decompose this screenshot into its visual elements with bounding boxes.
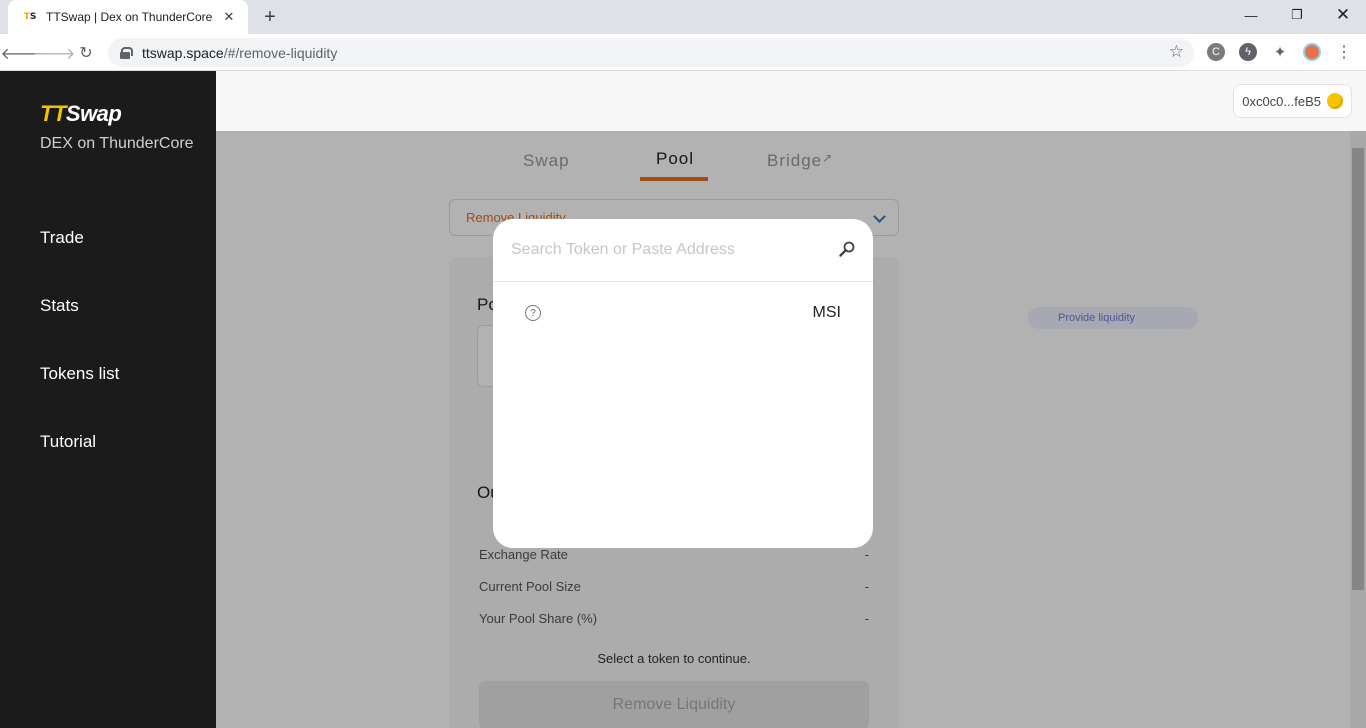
wallet-avatar-icon bbox=[1327, 93, 1343, 109]
bookmark-star-icon[interactable]: ☆ bbox=[1169, 42, 1184, 62]
wallet-address: 0xc0c0...feB5 bbox=[1242, 93, 1321, 109]
sidebar-item-stats[interactable]: Stats bbox=[40, 296, 79, 316]
lock-icon bbox=[120, 46, 133, 59]
ttswap-logo[interactable]: TTSwap bbox=[40, 101, 122, 127]
sidebar-tagline: DEX on ThunderCore bbox=[40, 135, 194, 152]
back-button[interactable]: 🡐 bbox=[1, 41, 44, 65]
browser-menu-icon[interactable]: ⋮ bbox=[1335, 43, 1353, 61]
token-symbol: MSI bbox=[812, 304, 841, 321]
wallet-button[interactable]: 0xc0c0...feB5 bbox=[1233, 84, 1352, 118]
extension-bolt-icon[interactable]: ϟ bbox=[1239, 43, 1257, 61]
restore-window-button[interactable]: ❐ bbox=[1274, 0, 1320, 30]
close-window-button[interactable]: ✕ bbox=[1320, 0, 1366, 30]
browser-tab-title: TTSwap | Dex on ThunderCore bbox=[46, 10, 213, 24]
token-list-item[interactable]: ? MSI bbox=[493, 297, 873, 329]
unknown-token-icon: ? bbox=[525, 305, 541, 321]
reload-button[interactable]: ↻ bbox=[74, 41, 98, 65]
token-search-input[interactable] bbox=[511, 235, 831, 265]
forward-button[interactable]: 🡒 bbox=[33, 41, 76, 65]
sidebar-item-tokens-list[interactable]: Tokens list bbox=[40, 364, 119, 384]
close-tab-icon[interactable]: ✕ bbox=[220, 9, 238, 25]
minimize-window-button[interactable]: — bbox=[1228, 0, 1274, 30]
profile-avatar-icon[interactable] bbox=[1303, 43, 1321, 61]
site-favicon-icon: TS bbox=[23, 12, 37, 22]
top-bar: 0xc0c0...feB5 bbox=[216, 71, 1366, 131]
sidebar: TTSwap DEX on ThunderCore Trade Stats To… bbox=[0, 71, 216, 728]
search-icon[interactable] bbox=[839, 241, 855, 257]
sidebar-item-trade[interactable]: Trade bbox=[40, 228, 84, 248]
new-tab-button[interactable]: + bbox=[258, 6, 282, 28]
extension-c-icon[interactable]: C bbox=[1207, 43, 1225, 61]
browser-tabstrip: TS TTSwap | Dex on ThunderCore ✕ + — ❐ ✕ bbox=[0, 0, 1366, 34]
browser-toolbar: 🡐 🡒 ↻ ttswap.space/#/remove-liquidity ☆ … bbox=[0, 34, 1366, 71]
extensions-puzzle-icon[interactable]: ✦ bbox=[1271, 43, 1289, 61]
address-bar[interactable]: ttswap.space/#/remove-liquidity ☆ bbox=[108, 38, 1194, 67]
browser-tab[interactable]: TS TTSwap | Dex on ThunderCore ✕ bbox=[8, 0, 248, 34]
sidebar-item-tutorial[interactable]: Tutorial bbox=[40, 432, 96, 452]
url-text: ttswap.space/#/remove-liquidity bbox=[142, 44, 338, 61]
modal-divider bbox=[493, 281, 873, 282]
token-search-modal: ? MSI bbox=[493, 219, 873, 548]
